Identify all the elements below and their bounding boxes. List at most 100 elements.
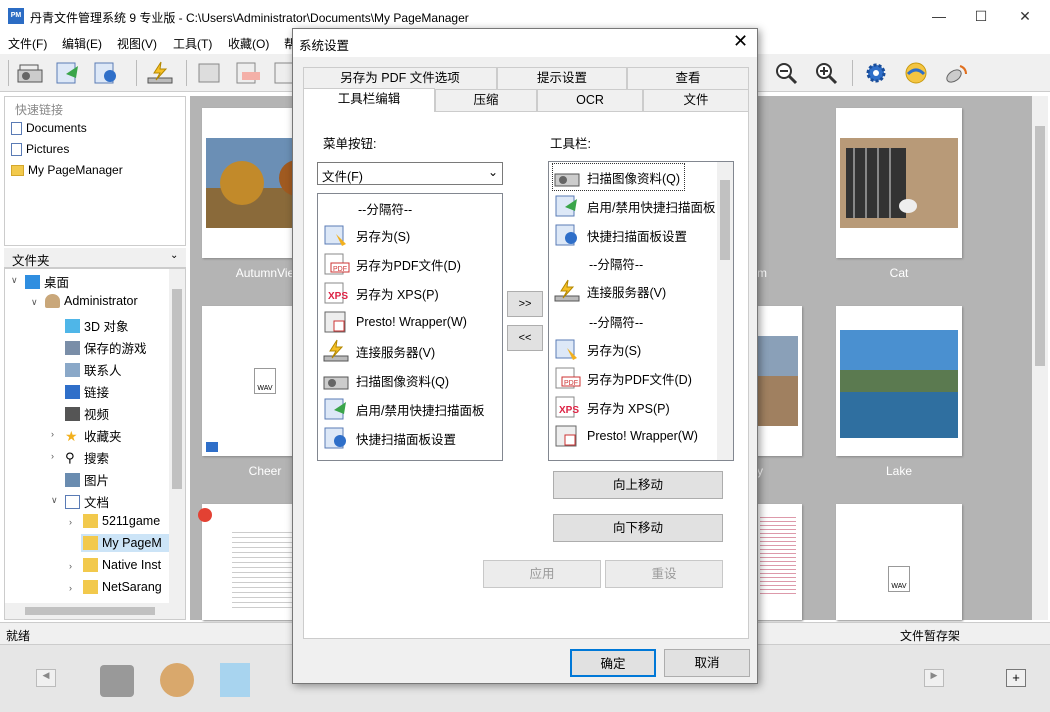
toolbar-list-scrollbar[interactable] [717,162,733,460]
gallery-scrollbar[interactable] [1032,96,1048,620]
wav-file-icon: WAV [888,566,910,592]
tab-ocr[interactable]: OCR [537,89,643,111]
tab-pdf-options[interactable]: 另存为 PDF 文件选项 [303,67,497,89]
list-item-quick-scan-settings[interactable]: 快捷扫描面板设置 [553,222,687,248]
maximize-button[interactable]: ☐ [966,4,996,28]
settings-gear-icon[interactable] [862,60,890,86]
list-item-save-xps[interactable]: XPS 另存为 XPS(P) [322,280,439,306]
cancel-button[interactable]: 取消 [664,649,750,677]
expand-arrow-icon[interactable]: › [51,429,54,439]
thumbnail-lake[interactable] [836,306,962,456]
list-item-separator[interactable]: --分隔符-- [589,254,643,273]
list-item-presto-wrapper[interactable]: Presto! Wrapper(W) [553,423,698,449]
update-icon[interactable] [902,60,930,86]
thumbnail-webpage[interactable] [756,504,802,620]
menu-tools[interactable]: 工具(T) [173,35,212,52]
list-item-quick-scan-settings[interactable]: 快捷扫描面板设置 [322,425,456,451]
move-down-button[interactable]: 向下移动 [553,514,723,542]
list-item-scan[interactable]: 扫描图像资料(Q) [322,367,449,393]
tab-view[interactable]: 查看 [627,67,749,89]
paint-palette-icon[interactable] [160,663,194,697]
list-item-connect-server[interactable]: 连接服务器(V) [322,338,435,364]
ok-button[interactable]: 确定 [570,649,656,677]
tree-item-documents[interactable]: 文档 [65,492,109,511]
thumbnail-wav[interactable]: WAV [836,504,962,620]
remove-from-toolbar-button[interactable]: << [507,325,543,351]
list-item-toggle-quick-scan[interactable]: 启用/禁用快捷扫描面板 [322,396,484,422]
quick-link-pagemanager[interactable]: My PageManager [11,163,123,177]
tree-item-search[interactable]: ⚲ 搜索 [65,448,109,467]
expand-arrow-icon[interactable]: › [69,517,72,527]
menu-select[interactable]: 文件(F) ⌄ [317,162,503,185]
list-item-save-pdf[interactable]: PDF 另存为PDF文件(D) [553,365,692,391]
quick-scan-toggle-icon[interactable] [54,60,82,86]
chevron-down-icon[interactable]: ⌄ [170,250,178,261]
collapse-arrow-icon[interactable]: ∨ [31,297,38,308]
save-as-icon[interactable] [196,60,224,86]
list-item-scan[interactable]: 扫描图像资料(Q) [551,163,686,191]
dialog-close-icon[interactable]: ✕ [733,31,748,52]
notepad-icon[interactable] [220,663,250,697]
tab-file[interactable]: 文件 [643,89,749,111]
add-shelf-button[interactable]: + [1006,669,1026,687]
thumbnail-partial[interactable] [756,306,802,456]
collapse-arrow-icon[interactable]: ∨ [11,275,18,286]
tree-item-3d-objects[interactable]: 3D 对象 [65,316,128,335]
quick-link-documents[interactable]: Documents [11,121,87,135]
tree-item-native-instruments[interactable]: Native Inst [83,558,161,572]
thumbnail-cat[interactable] [836,108,962,258]
tree-hscrollbar[interactable] [5,603,185,619]
list-item-presto-wrapper[interactable]: Presto! Wrapper(W) [322,309,467,335]
tab-toolbar-edit[interactable]: 工具栏编辑 [303,88,435,112]
minimize-button[interactable]: — [924,4,954,28]
close-window-button[interactable]: ✕ [1010,4,1040,28]
satellite-icon[interactable] [942,60,970,86]
tree-item-desktop[interactable]: 桌面 [25,272,69,291]
apply-button[interactable]: 应用 [483,560,601,588]
quick-scan-settings-icon[interactable] [92,60,120,86]
toolbar-items-list[interactable]: 扫描图像资料(Q) 启用/禁用快捷扫描面板 快捷扫描面板设置 --分隔符-- 连… [548,161,734,461]
list-item-separator[interactable]: --分隔符-- [589,312,643,331]
expand-arrow-icon[interactable]: › [69,561,72,571]
tree-item-netsarang[interactable]: NetSarang [83,580,162,594]
reset-button[interactable]: 重设 [605,560,723,588]
list-item-save-xps[interactable]: XPS 另存为 XPS(P) [553,394,670,420]
list-item-save-pdf[interactable]: PDF 另存为PDF文件(D) [322,251,461,277]
menu-favorites[interactable]: 收藏(O) [228,35,269,52]
add-to-toolbar-button[interactable]: >> [507,291,543,317]
tree-item-saved-games[interactable]: 保存的游戏 [65,338,147,357]
available-items-list[interactable]: --分隔符-- 另存为(S) PDF 另存为PDF文件(D) XPS 另存为 XPS… [317,193,503,461]
zoom-out-icon[interactable] [772,60,800,86]
tree-scrollbar[interactable] [169,269,185,605]
list-item-save-as[interactable]: 另存为(S) [322,222,410,248]
menu-view[interactable]: 视图(V) [117,35,157,52]
move-up-button[interactable]: 向上移动 [553,471,723,499]
list-item-toggle-quick-scan[interactable]: 启用/禁用快捷扫描面板 [553,193,715,219]
expand-arrow-icon[interactable]: › [51,451,54,461]
scroll-left-button[interactable]: ◀ [36,669,56,687]
tab-compression[interactable]: 压缩 [435,89,537,111]
collapse-arrow-icon[interactable]: ∨ [51,495,58,506]
expand-arrow-icon[interactable]: › [69,583,72,593]
menu-file[interactable]: 文件(F) [8,35,47,52]
tree-item-links[interactable]: 链接 [65,382,109,401]
list-item-connect-server[interactable]: 连接服务器(V) [553,278,666,304]
tree-item-5211game[interactable]: 5211game [83,514,160,528]
printer-icon[interactable] [100,665,134,697]
tree-item-mypagemanager[interactable]: My PageM [81,534,177,552]
connect-server-icon[interactable] [146,60,174,86]
tree-item-videos[interactable]: 视频 [65,404,109,423]
tab-prompts[interactable]: 提示设置 [497,67,627,89]
tree-item-favorites[interactable]: ★ 收藏夹 [65,426,122,445]
save-pdf-icon[interactable] [234,60,262,86]
tree-item-pictures[interactable]: 图片 [65,470,109,489]
tree-item-administrator[interactable]: Administrator [45,294,138,308]
zoom-in-icon[interactable] [812,60,840,86]
list-item-separator[interactable]: --分隔符-- [358,199,412,218]
tree-item-contacts[interactable]: 联系人 [65,360,122,379]
quick-link-pictures[interactable]: Pictures [11,142,69,156]
scanner-icon[interactable] [16,60,44,86]
list-item-save-as[interactable]: 另存为(S) [553,336,641,362]
menu-edit[interactable]: 编辑(E) [62,35,102,52]
scroll-right-button[interactable]: ▶ [924,669,944,687]
